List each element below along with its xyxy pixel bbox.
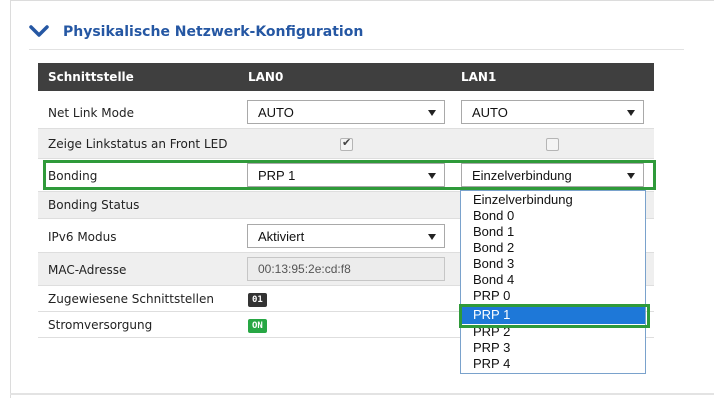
column-header-lan1: LAN1 [461,70,497,84]
table-row-net-link-mode: Net Link Mode AUTO AUTO [38,96,654,129]
dropdown-option[interactable]: Bond 4 [461,272,645,287]
row-label: Zugewiesene Schnittstellen [48,292,214,306]
dropdown-arrow-icon [428,110,436,116]
row-label: Net Link Mode [48,106,134,120]
checkmark-icon: ✔ [342,136,352,149]
panel-bottom-border [10,393,714,395]
mac-value: 00:13:95:2e:cd:f8 [258,262,351,276]
panel-top-border [10,0,714,1]
bonding-lan1-dropdown-list[interactable]: Einzelverbindung Bond 0 Bond 1 Bond 2 Bo… [460,190,646,374]
power-status-badge: ON [248,319,267,333]
row-label: Zeige Linkstatus an Front LED [48,137,228,151]
table-header-row: Schnittstelle LAN0 LAN1 [38,63,654,91]
lan1-front-led-checkbox[interactable] [546,138,559,151]
select-value: Aktiviert [258,229,305,244]
bonding-row-highlight [43,160,656,190]
row-label: IPv6 Modus [48,230,117,244]
row-label: Stromversorgung [48,318,153,332]
select-value: AUTO [258,105,294,120]
dropdown-arrow-icon [627,110,635,116]
row-label: Bonding Status [48,198,140,212]
interface-badge: 01 [248,293,267,307]
dropdown-option[interactable]: Einzelverbindung [461,192,645,207]
prp1-option-highlight [459,304,650,328]
column-header-interface: Schnittstelle [48,70,134,84]
row-label: MAC-Adresse [48,263,127,277]
panel-left-border [10,0,11,398]
lan1-net-link-mode-select[interactable]: AUTO [461,100,644,124]
column-header-lan0: LAN0 [248,70,284,84]
section-header[interactable]: Physikalische Netzwerk-Konfiguration [29,18,363,46]
chevron-down-icon[interactable] [29,25,49,39]
table-row-front-led: Zeige Linkstatus an Front LED ✔ [38,129,654,159]
section-divider [29,49,684,50]
dropdown-option[interactable]: Bond 1 [461,224,645,239]
dropdown-option[interactable]: Bond 0 [461,208,645,223]
select-value: AUTO [472,105,508,120]
lan0-front-led-checkbox[interactable]: ✔ [340,136,353,151]
dropdown-option[interactable]: PRP 0 [461,288,645,303]
dropdown-option[interactable]: Bond 3 [461,256,645,271]
lan0-ipv6-select[interactable]: Aktiviert [247,224,445,248]
dropdown-option[interactable]: Bond 2 [461,240,645,255]
lan0-mac-field: 00:13:95:2e:cd:f8 [247,257,445,281]
dropdown-option[interactable]: PRP 3 [461,340,645,355]
lan0-net-link-mode-select[interactable]: AUTO [247,100,445,124]
dropdown-option[interactable]: PRP 4 [461,356,645,371]
section-title: Physikalische Netzwerk-Konfiguration [63,24,364,40]
dropdown-arrow-icon [428,234,436,240]
